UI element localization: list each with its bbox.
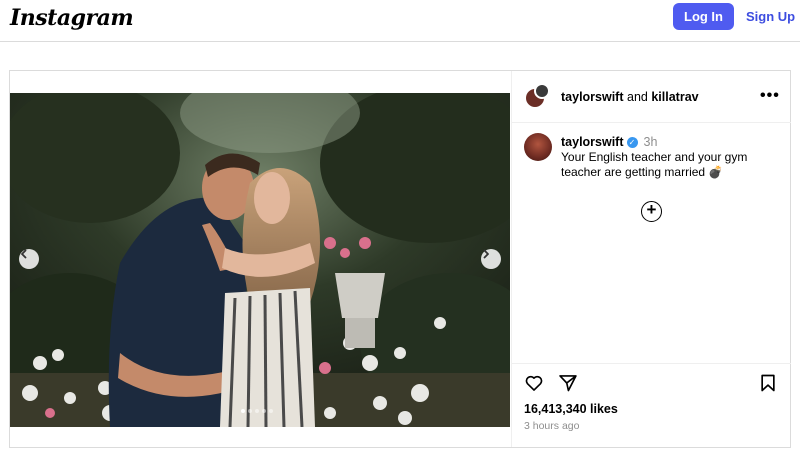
caption-text: Your English teacher and your gym teache… — [561, 150, 748, 179]
chevron-left-icon — [21, 249, 27, 259]
post-header: taylorswift and killatrav ••• — [512, 71, 791, 123]
post-card: taylorswift and killatrav ••• taylorswif… — [9, 70, 791, 448]
add-comment-icon[interactable]: + — [641, 201, 662, 222]
carousel-dot — [262, 409, 266, 413]
signup-link[interactable]: Sign Up — [746, 9, 795, 24]
caption-username[interactable]: taylorswift — [561, 135, 624, 149]
carousel-prev-button[interactable] — [19, 249, 39, 269]
caption-time[interactable]: 3h — [644, 135, 658, 149]
avatar — [534, 83, 550, 99]
collab-avatars[interactable] — [524, 83, 552, 111]
post-authors: taylorswift and killatrav — [561, 90, 699, 104]
post-media[interactable] — [10, 93, 510, 427]
carousel-next-button[interactable] — [481, 249, 501, 269]
verified-badge-icon: ✓ — [626, 136, 638, 148]
post-actions: 16,413,340 likes 3 hours ago — [512, 363, 791, 447]
author-link[interactable]: killatrav — [651, 90, 698, 104]
author-link[interactable]: taylorswift — [561, 90, 624, 104]
caption-header: taylorswift ✓ 3h — [561, 135, 657, 149]
post-timestamp[interactable]: 3 hours ago — [524, 420, 579, 432]
instagram-logo[interactable]: Instagram — [10, 5, 134, 31]
like-count[interactable]: 16,413,340 likes — [524, 402, 618, 416]
carousel-indicator — [241, 409, 273, 413]
chevron-right-icon — [483, 249, 489, 259]
more-options-icon[interactable]: ••• — [760, 87, 780, 105]
login-button[interactable]: Log In — [673, 3, 734, 30]
post-side-panel: taylorswift and killatrav ••• taylorswif… — [511, 71, 791, 447]
heart-icon[interactable] — [524, 373, 544, 393]
post-photo — [10, 93, 510, 427]
carousel-dot — [255, 409, 259, 413]
bookmark-icon[interactable] — [758, 373, 778, 393]
author-conjunction: and — [627, 90, 648, 104]
top-nav-bar: Instagram Log In Sign Up — [0, 0, 800, 42]
paper-plane-icon[interactable] — [558, 373, 578, 393]
carousel-dot — [241, 409, 245, 413]
avatar[interactable] — [524, 133, 552, 161]
carousel-dot — [269, 409, 273, 413]
carousel-dot — [248, 409, 252, 413]
